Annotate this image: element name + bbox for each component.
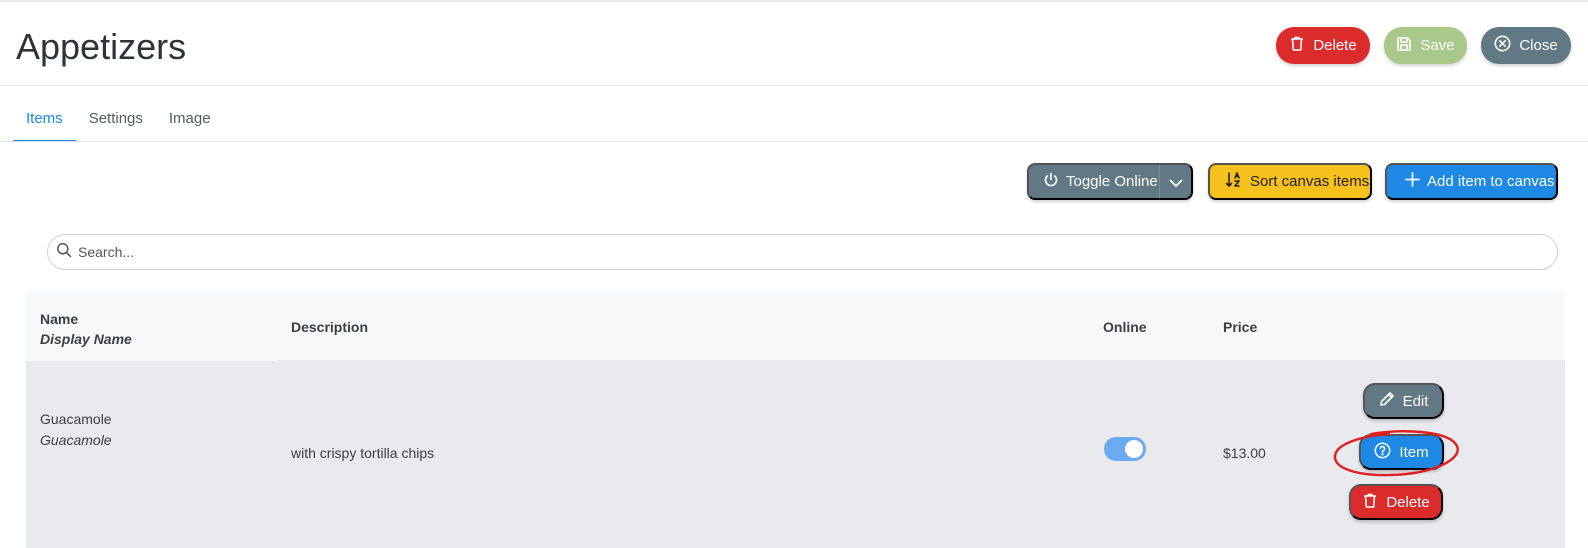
item-button-label: Item [1399,443,1429,461]
question-circle-icon [1374,442,1391,463]
power-icon [1043,172,1059,192]
online-toggle[interactable] [1104,437,1146,461]
sort-canvas-items-label: Sort canvas items [1250,173,1370,190]
tab-items[interactable]: Items [13,98,76,142]
item-button[interactable]: Item [1359,434,1444,470]
tab-bar: Items Settings Image [13,98,224,142]
save-button-label: Save [1420,37,1455,54]
column-header-display-name: Display Name [40,331,132,347]
tabs-divider [0,141,1588,142]
add-item-to-canvas-label: Add item to canvas [1427,173,1555,190]
search-input[interactable] [78,244,1478,260]
floppy-icon [1396,36,1412,56]
toggle-online-button[interactable]: Toggle Online [1027,163,1193,202]
close-button-label: Close [1519,37,1558,54]
toggle-online-dropdown[interactable] [1159,165,1191,202]
close-button[interactable]: Close [1481,27,1571,64]
table-row: Guacamole Guacamole with crispy tortilla… [26,361,1565,548]
tab-image[interactable]: Image [156,98,224,142]
page-title: Appetizers [16,26,187,67]
header-divider [0,85,1588,86]
tab-settings[interactable]: Settings [76,98,156,142]
item-description: with crispy tortilla chips [291,445,435,461]
sort-icon [1225,171,1243,193]
edit-button-label: Edit [1402,392,1429,410]
pencil-icon [1379,391,1395,411]
delete-button[interactable]: Delete [1276,27,1370,64]
column-header-description: Description [291,319,369,335]
sort-canvas-items-button[interactable]: Sort canvas items [1208,163,1372,200]
search-icon [56,242,72,263]
circle-x-icon [1494,35,1511,56]
item-display-name: Guacamole [40,432,112,448]
save-button[interactable]: Save [1384,27,1467,64]
delete-button-label: Delete [1313,37,1357,54]
item-name: Guacamole [40,411,112,427]
table-header: Name Display Name Description Online Pri… [26,291,1565,361]
top-border [0,0,1588,2]
column-header-name: Name Display Name [40,309,132,349]
delete-item-button[interactable]: Delete [1349,484,1443,520]
column-header-price: Price [1223,319,1258,335]
column-header-name-label: Name [40,311,79,327]
item-price: $13.00 [1223,445,1266,461]
delete-item-button-label: Delete [1386,493,1430,511]
trash-icon [1289,35,1305,56]
plus-icon [1405,172,1420,191]
trash-icon [1362,492,1378,513]
edit-item-button[interactable]: Edit [1363,383,1444,419]
toggle-online-label: Toggle Online [1066,173,1158,190]
search-box [47,234,1558,270]
column-header-online: Online [1103,319,1147,335]
chevron-down-icon [1169,175,1183,192]
online-toggle-knob [1125,440,1143,458]
item-name-cell: Guacamole Guacamole [40,409,112,451]
add-item-to-canvas-button[interactable]: Add item to canvas [1385,163,1558,200]
